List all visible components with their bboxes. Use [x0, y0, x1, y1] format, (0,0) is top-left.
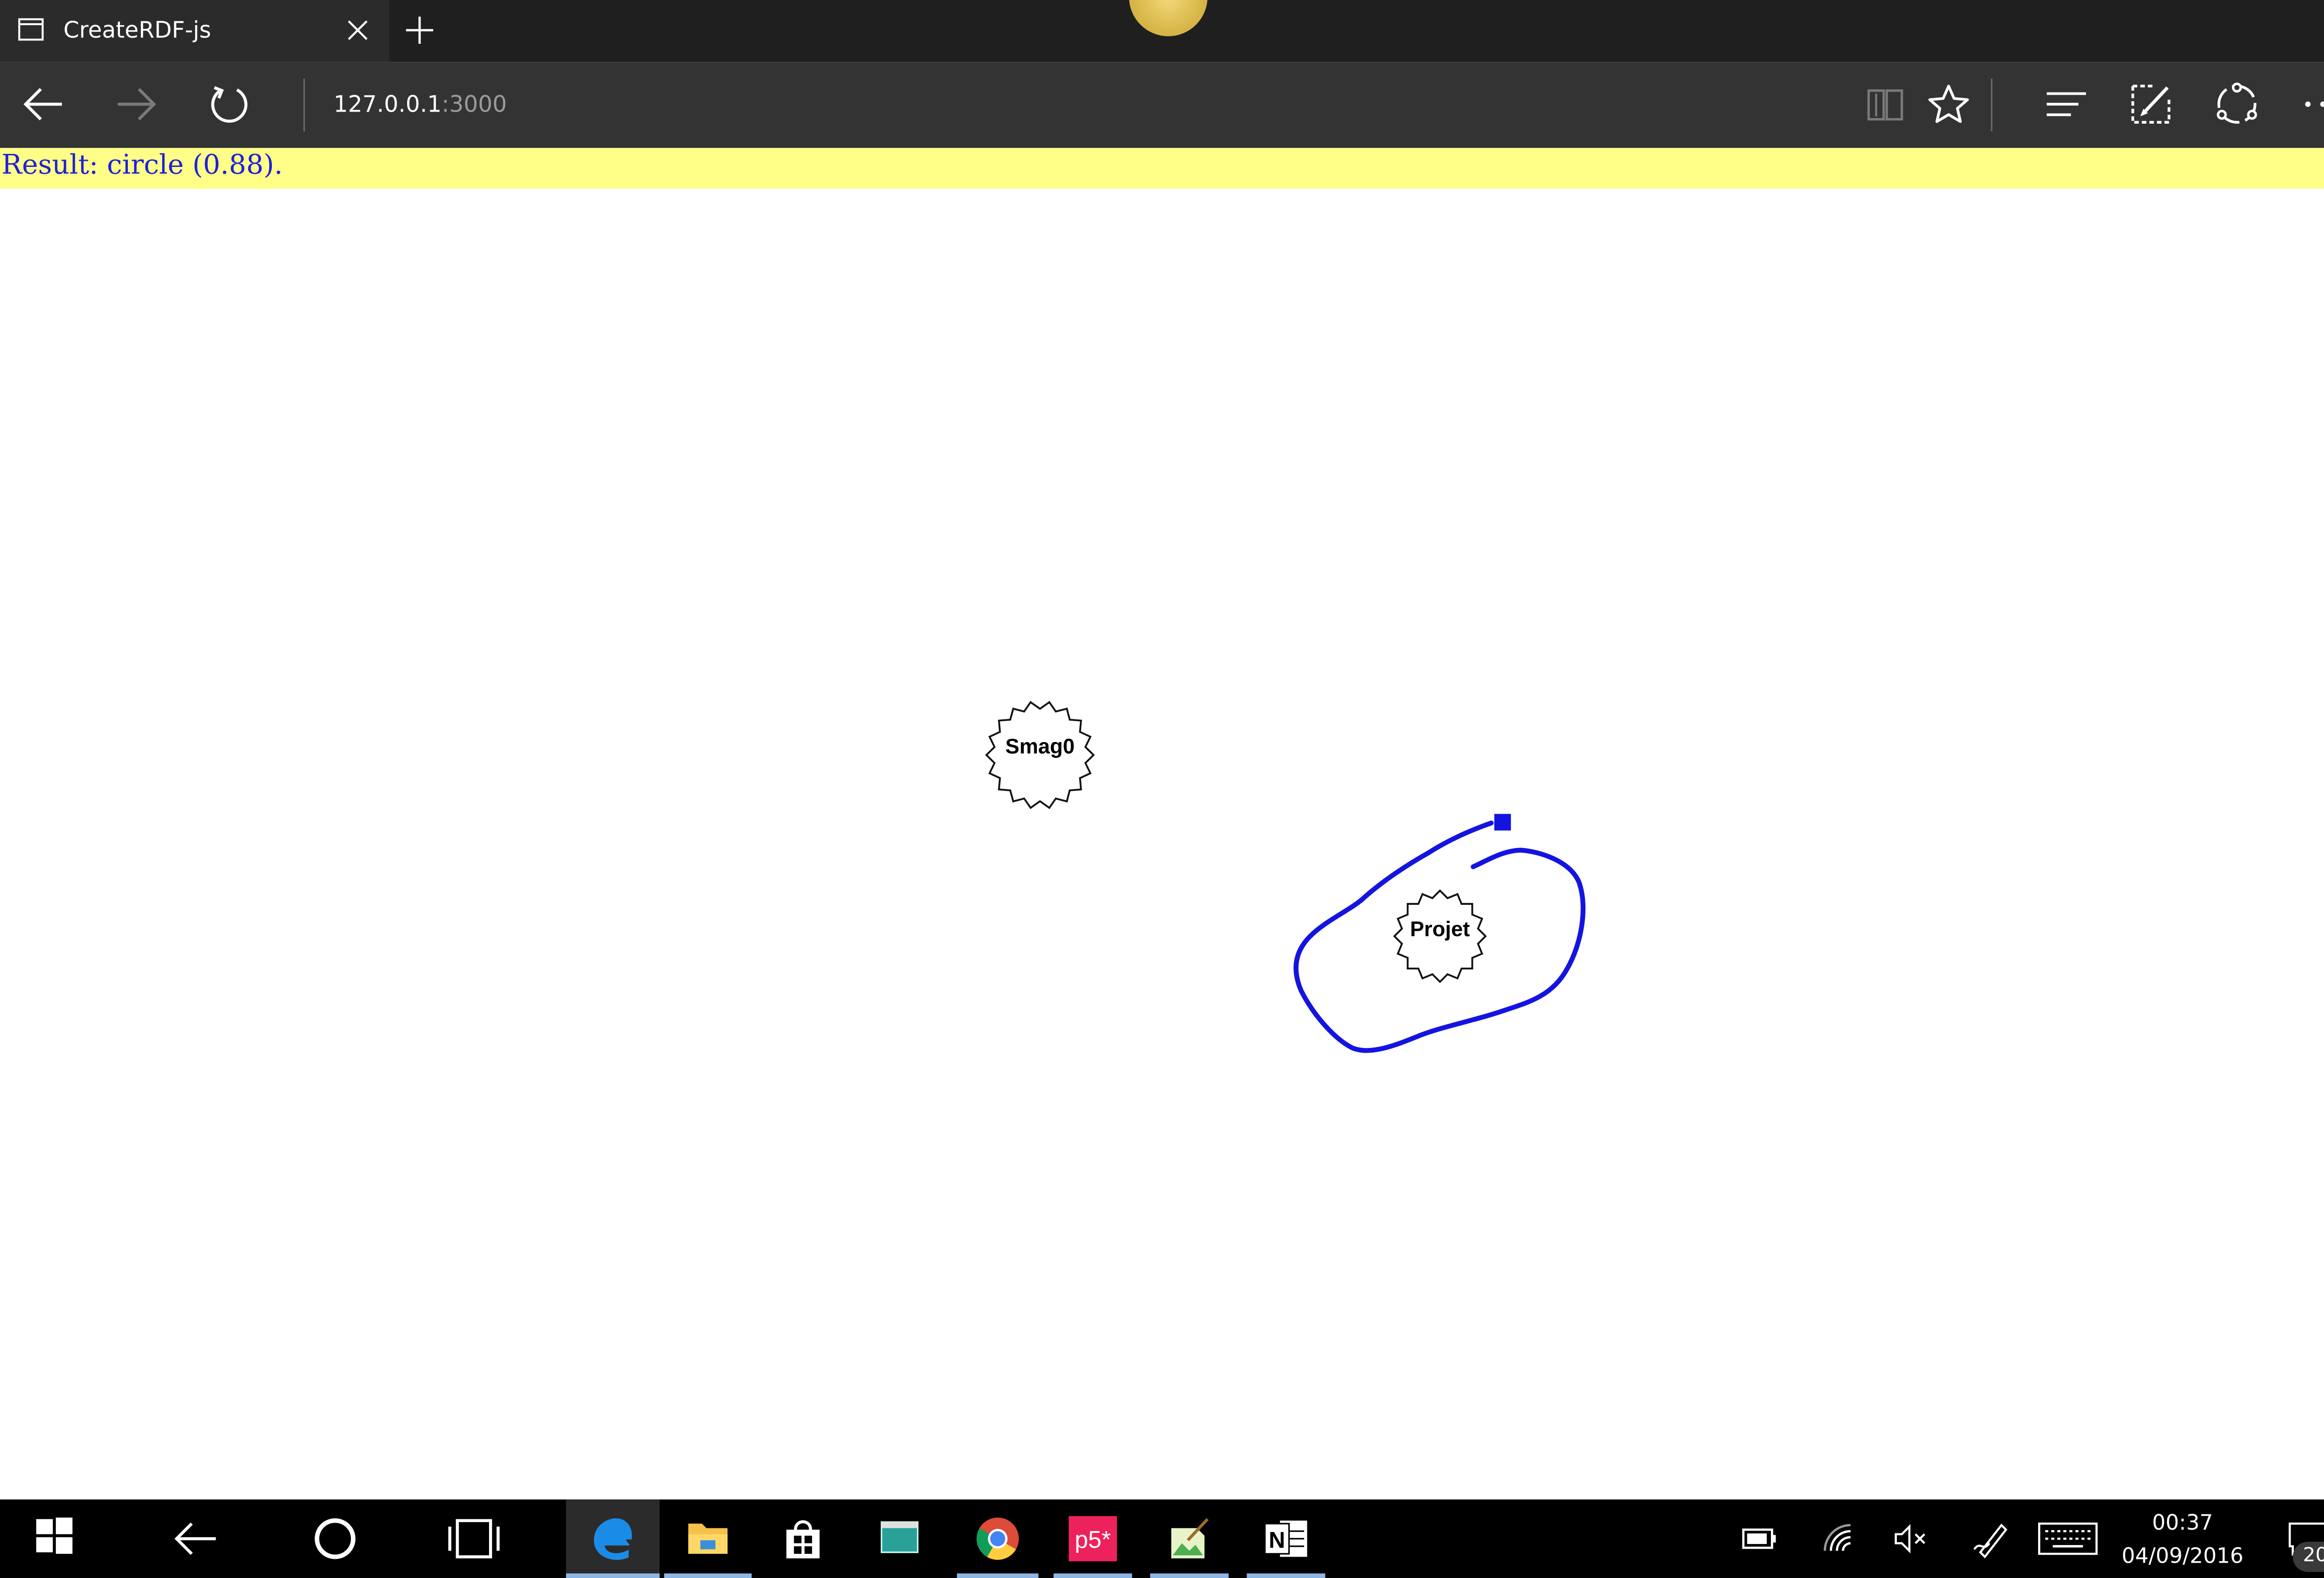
node-projet[interactable]: Projet [1393, 889, 1487, 983]
navigation-toolbar: 127.0.0.1:3000 [0, 62, 2324, 148]
clock-date: 04/09/2016 [2121, 1545, 2244, 1569]
svg-text:N: N [1269, 1528, 1285, 1553]
volume-muted-icon[interactable] [1893, 1522, 1932, 1555]
forward-icon[interactable] [113, 81, 158, 126]
battery-icon[interactable] [1742, 1525, 1778, 1552]
svg-text:p5*: p5* [1075, 1526, 1111, 1553]
taskbar-store[interactable] [758, 1499, 848, 1578]
clock-time: 00:37 [2152, 1512, 2213, 1536]
drawing-canvas[interactable]: Smag0 Projet [0, 189, 2324, 1499]
taskbar-edge[interactable] [566, 1499, 660, 1578]
running-indicator [1247, 1573, 1326, 1578]
keyboard-icon[interactable] [2038, 1522, 2098, 1555]
favorite-star-icon[interactable] [1926, 81, 1971, 126]
page-icon [18, 18, 44, 41]
image-editor-icon [1171, 1518, 1209, 1558]
taskbar-image-editor[interactable] [1150, 1499, 1229, 1578]
result-text: Result: circle (0.88). [1, 149, 283, 181]
more-icon[interactable] [2300, 81, 2324, 126]
onenote-icon: N [1264, 1520, 1307, 1557]
task-view-icon [448, 1519, 500, 1558]
running-indicator [1053, 1573, 1132, 1578]
task-view-button[interactable] [429, 1499, 519, 1578]
taskbar-onenote[interactable]: N [1247, 1499, 1326, 1578]
refresh-icon[interactable] [207, 81, 252, 126]
cortana-button[interactable] [290, 1499, 381, 1578]
notification-count-badge: 20 [2292, 1542, 2324, 1572]
address-bar[interactable]: 127.0.0.1:3000 [334, 91, 507, 118]
clock[interactable]: 00:37 04/09/2016 [2110, 1507, 2255, 1573]
wifi-icon[interactable] [1820, 1521, 1856, 1557]
hub-icon[interactable] [2044, 81, 2089, 126]
running-indicator [664, 1573, 752, 1578]
back-icon [174, 1522, 216, 1555]
divider [303, 78, 305, 132]
taskbar: p5* N 00:37 04/09/2016 [0, 1499, 2324, 1578]
edge-icon [594, 1518, 632, 1560]
p5-icon: p5* [1069, 1516, 1117, 1562]
node-label: Projet [1410, 917, 1470, 941]
start-icon [36, 1518, 73, 1554]
running-indicator [1150, 1573, 1229, 1578]
new-tab-icon[interactable] [404, 15, 435, 45]
reading-view-icon[interactable] [1862, 81, 1908, 126]
address-port: :3000 [442, 90, 507, 118]
pen-icon[interactable] [1971, 1519, 2010, 1558]
terminal-icon [880, 1521, 919, 1553]
address-host: 127.0.0.1 [333, 90, 442, 118]
store-icon [786, 1520, 820, 1558]
file-explorer-icon [688, 1524, 728, 1554]
close-tab-icon[interactable] [344, 17, 371, 44]
stroke-end-marker [1494, 814, 1511, 831]
chrome-icon [977, 1518, 1019, 1560]
back-icon[interactable] [21, 81, 66, 126]
tab-title: CreateRDF-js [63, 16, 211, 44]
running-indicator [566, 1573, 660, 1578]
taskbar-p5[interactable]: p5* [1053, 1499, 1132, 1578]
screen: CreateRDF-js 127.0.0.1:3000 Result: circ… [0, 0, 2324, 1578]
taskbar-terminal[interactable] [854, 1499, 945, 1578]
node-smag0[interactable]: Smag0 [985, 701, 1095, 809]
cortana-icon [315, 1518, 356, 1559]
node-label: Smag0 [1005, 735, 1075, 758]
taskbar-back-button[interactable] [151, 1499, 242, 1578]
divider [1991, 78, 1993, 132]
taskbar-file-explorer[interactable] [664, 1499, 752, 1578]
running-indicator [957, 1573, 1039, 1578]
result-banner: Result: circle (0.88). [0, 148, 2324, 189]
web-note-icon[interactable] [2128, 81, 2173, 126]
taskbar-chrome[interactable] [957, 1499, 1039, 1578]
start-button[interactable] [0, 1499, 109, 1578]
share-icon[interactable] [2214, 81, 2259, 126]
tab-createrdf[interactable]: CreateRDF-js [0, 0, 390, 62]
